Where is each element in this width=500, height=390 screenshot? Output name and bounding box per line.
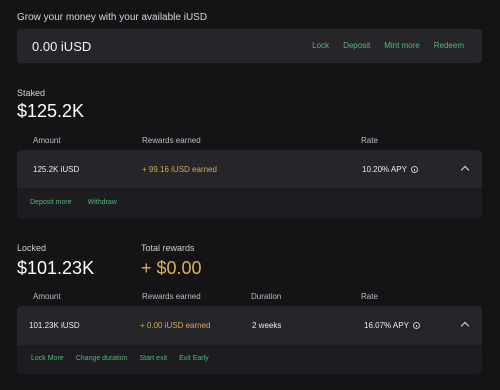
balance-actions: Lock Deposit Mint more Redeem <box>312 41 464 50</box>
mint-more-link[interactable]: Mint more <box>384 41 420 50</box>
balance-card: 0.00 iUSD Lock Deposit Mint more Redeem <box>17 29 482 63</box>
locked-rate: 16.07% APY <box>364 321 409 330</box>
staked-actions: Deposit more Withdraw <box>30 199 117 206</box>
change-duration-link[interactable]: Change duration <box>76 355 128 362</box>
staked-value: $125.2K <box>17 101 85 121</box>
info-icon[interactable] <box>412 322 420 329</box>
locked-label: Locked <box>17 243 47 253</box>
total-rewards-label: Total rewards <box>141 243 195 253</box>
locked-col-amount: Amount <box>33 292 61 301</box>
locked-actions: Lock More Change duration Start exit Exi… <box>31 355 209 362</box>
redeem-link[interactable]: Redeem <box>434 41 464 50</box>
lock-more-link[interactable]: Lock More <box>31 355 64 362</box>
locked-value: $101.23K <box>17 258 95 278</box>
locked-col-rewards: Rewards earned <box>142 292 201 301</box>
deposit-more-link[interactable]: Deposit more <box>30 199 72 206</box>
locked-duration: 2 weeks <box>252 321 282 330</box>
staked-position-row[interactable]: 125.2K iUSD + 99.16 iUSD earned 10.20% A… <box>17 150 482 188</box>
locked-col-rate: Rate <box>361 292 378 301</box>
chevron-up-icon[interactable] <box>460 321 470 331</box>
locked-actions-bar: Lock More Change duration Start exit Exi… <box>17 345 482 374</box>
staked-col-rewards: Rewards earned <box>142 136 201 145</box>
total-rewards-value: + $0.00 <box>141 258 202 278</box>
staked-rate: 10.20% APY <box>362 165 407 174</box>
available-balance: 0.00 iUSD <box>32 39 92 54</box>
staked-col-rate: Rate <box>361 136 378 145</box>
intro-text: Grow your money with your available iUSD <box>17 12 208 23</box>
staked-actions-bar: Deposit more Withdraw <box>17 188 482 219</box>
lock-link[interactable]: Lock <box>312 41 329 50</box>
start-exit-link[interactable]: Start exit <box>139 355 167 362</box>
locked-amount: 101.23K iUSD <box>29 321 80 330</box>
staked-label: Staked <box>17 88 46 98</box>
locked-col-duration: Duration <box>251 292 282 301</box>
staked-rate-cell: 10.20% APY <box>362 165 418 174</box>
locked-rate-cell: 16.07% APY <box>364 321 420 330</box>
info-icon[interactable] <box>410 166 418 173</box>
exit-early-link[interactable]: Exit Early <box>179 355 209 362</box>
staked-rewards: + 99.16 iUSD earned <box>142 165 217 174</box>
deposit-link[interactable]: Deposit <box>343 41 370 50</box>
staked-col-amount: Amount <box>33 136 61 145</box>
locked-rewards: + 0.00 iUSD earned <box>140 321 211 330</box>
chevron-up-icon[interactable] <box>460 165 470 175</box>
locked-position-row[interactable]: 101.23K iUSD + 0.00 iUSD earned 2 weeks … <box>17 306 482 345</box>
staked-amount: 125.2K iUSD <box>33 165 80 174</box>
withdraw-link[interactable]: Withdraw <box>88 199 117 206</box>
